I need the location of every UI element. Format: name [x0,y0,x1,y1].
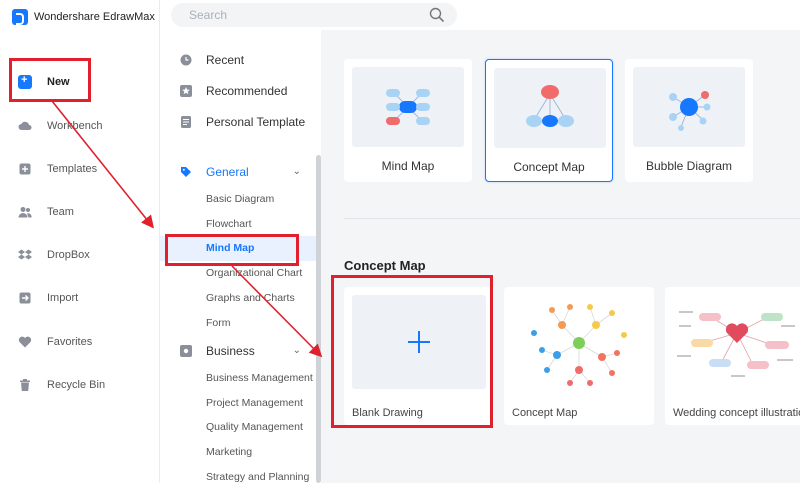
template-label: Blank Drawing [352,407,423,419]
menu-item-recommended[interactable]: Recommended [180,82,287,100]
template-label: Concept Map [512,407,578,419]
sidebar-item-label: DropBox [47,249,90,261]
sidebar-item-label: Templates [47,163,98,175]
wedding-concept-illustration [677,311,795,377]
subcategory-project-management[interactable]: Project Management [206,397,303,413]
category-label: General [206,165,249,179]
subcategory-strategy-and-planning[interactable]: Strategy and Planning [206,471,309,483]
team-icon [18,205,32,219]
concept-map-thumbnail [494,68,606,148]
edrawmax-logo-icon [12,9,28,25]
menu-item-label: Personal Template [206,115,306,129]
subcategory-marketing[interactable]: Marketing [206,446,252,462]
diagram-type-bubble-diagram[interactable]: Bubble Diagram [625,59,753,182]
menu-item-label: Recommended [206,84,288,98]
dropbox-icon [18,248,32,262]
menu-item-label: Recent [206,53,245,67]
subcategory-basic-diagram[interactable]: Basic Diagram [206,193,274,209]
template-wedding-concept[interactable]: Wedding concept illustration [665,287,800,425]
wedding-concept-thumbnail [673,295,800,389]
diagram-type-concept-map[interactable]: Concept Map [485,59,613,182]
search-input[interactable]: Search [171,3,457,27]
sidebar-item-templates[interactable]: Templates [18,159,97,179]
app-title: Wondershare EdrawMax [34,11,155,23]
search-placeholder: Search [189,8,228,22]
sidebar-item-label: Import [47,292,79,304]
sidebar-item-label: Recycle Bin [47,379,106,391]
plus-icon [408,331,430,353]
trash-icon [18,378,32,392]
template-blank-drawing[interactable]: Blank Drawing [344,287,494,425]
chevron-down-icon[interactable]: ⌄ [293,166,301,177]
templates-icon [18,162,32,176]
sidebar-item-workbench[interactable]: Workbench [18,116,102,136]
import-icon [18,291,32,305]
business-icon [180,345,192,357]
sidebar-item-team[interactable]: Team [18,202,74,222]
sidebar-item-favorites[interactable]: Favorites [18,332,92,352]
app-brand: Wondershare EdrawMax [12,8,155,26]
document-icon [181,116,191,128]
diagram-type-label: Bubble Diagram [645,159,733,173]
chevron-down-icon[interactable]: ⌄ [293,345,301,356]
subcategory-mind-map[interactable]: Mind Map [206,242,254,258]
sidebar-item-import[interactable]: Import [18,288,78,308]
category-label: Business [206,344,255,358]
subcategory-quality-management[interactable]: Quality Management [206,421,303,437]
sidebar-item-label: Team [47,206,74,218]
mind-map-illustration [386,89,430,125]
subcategory-graphs-and-charts[interactable]: Graphs and Charts [206,292,295,308]
sidebar-item-label: Workbench [47,120,103,132]
new-icon [18,74,32,89]
sidebar-item-new[interactable]: New [18,72,70,92]
tag-icon [181,167,191,177]
subcategory-business-management[interactable]: Business Management [206,372,313,388]
concept-map-template-thumbnail [512,295,646,389]
menu-item-personal-template[interactable]: Personal Template [180,113,305,131]
section-divider [344,218,800,219]
cloud-icon [18,119,32,133]
heart-icon [18,335,32,349]
search-icon[interactable] [429,7,445,23]
sidebar-item-dropbox[interactable]: DropBox [18,245,90,265]
concept-map-template-illustration [531,304,627,386]
sidebar-item-label: New [47,76,70,88]
blank-drawing-thumbnail [352,295,486,389]
mind-map-thumbnail [352,67,464,147]
bubble-diagram-thumbnail [633,67,745,147]
clock-icon [180,54,192,66]
section-title: Concept Map [344,258,426,273]
template-concept-map[interactable]: Concept Map [504,287,654,425]
sidebar-item-label: Favorites [47,336,93,348]
star-icon [180,85,192,97]
subcategory-flowchart[interactable]: Flowchart [206,218,252,234]
left-sidebar: Wondershare EdrawMax New Workbench Templ… [0,0,160,483]
concept-map-illustration [526,85,574,127]
bubble-diagram-illustration [669,91,711,131]
template-label: Wedding concept illustration [673,407,800,419]
category-business[interactable]: Business ⌄ [180,342,305,360]
menu-item-recent[interactable]: Recent [180,51,244,69]
subcategory-organizational-chart[interactable]: Organizational Chart [206,267,302,283]
diagram-type-label: Mind Map [381,159,435,173]
sidebar-item-recycle-bin[interactable]: Recycle Bin [18,375,105,395]
diagram-type-mind-map[interactable]: Mind Map [344,59,472,182]
category-general[interactable]: General ⌄ [180,163,305,181]
subcategory-form[interactable]: Form [206,317,231,333]
diagram-type-label: Concept Map [513,160,585,174]
